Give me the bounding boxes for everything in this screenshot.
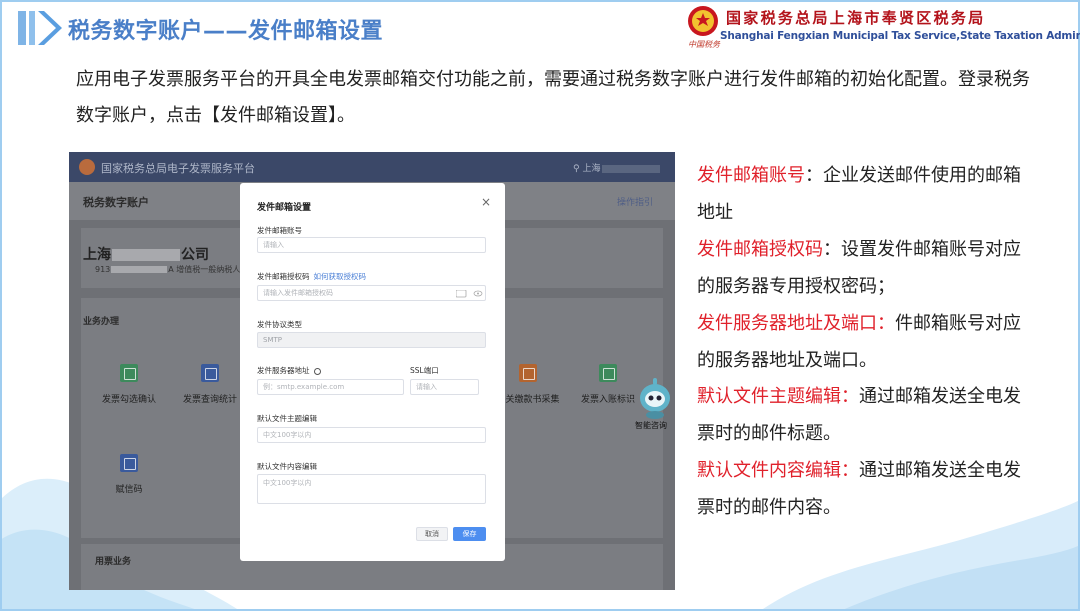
- protocol-input: [257, 332, 486, 348]
- sender-email-modal: 发件邮箱设置 × 发件邮箱账号 发件邮箱授权码如何获取授权码 发件协议类型 发件…: [240, 183, 505, 561]
- ssl-label: SSL端口: [410, 366, 439, 375]
- platform-logo-icon: [79, 159, 95, 175]
- content-textarea[interactable]: [257, 474, 486, 504]
- intro-paragraph: 应用电子发票服务平台的开具全电发票邮箱交付功能之前，需要通过税务数字账户进行发件…: [76, 69, 1030, 126]
- ssl-port-input[interactable]: [410, 379, 479, 395]
- func-credit-code[interactable]: 赋信码: [92, 454, 166, 496]
- server-input[interactable]: [257, 379, 404, 395]
- auth-label: 发件邮箱授权码 如何获取授权码: [257, 272, 367, 281]
- user-prefix: 上海: [582, 164, 601, 174]
- cancel-button[interactable]: 取消: [416, 527, 448, 541]
- server-label: 发件服务器地址: [257, 365, 321, 376]
- company-tax-info: 913 A 增值税一般纳税人: [95, 265, 241, 274]
- customs-collect-icon: [519, 364, 537, 382]
- save-button[interactable]: 保存: [453, 527, 486, 541]
- keyboard-eye-icons: [456, 290, 483, 298]
- user-menu[interactable]: ⚲ 上海: [573, 161, 661, 174]
- user-icon: ⚲: [573, 164, 580, 174]
- redacted-mask: [602, 164, 661, 173]
- term-email: 发件邮箱账号: [697, 165, 805, 186]
- protocol-label: 发件协议类型: [257, 320, 302, 329]
- assistant-label: 智能咨询: [635, 421, 667, 430]
- assistant-robot-icon[interactable]: [637, 374, 673, 420]
- term-subject: 默认文件主题编辑：: [697, 386, 859, 408]
- invoice-check-icon: [120, 364, 138, 382]
- credit-code-icon: [120, 454, 138, 472]
- chevron-arrows-icon: [18, 11, 62, 45]
- slide-header: 税务数字账户——发件邮箱设置 国家税务总局上海市奉贤区税务局 Shanghai …: [0, 0, 1080, 58]
- func-invoice-check[interactable]: 发票勾选确认: [92, 364, 166, 406]
- account-title: 税务数字账户: [83, 196, 149, 209]
- brand-script: 中国税务: [688, 40, 720, 49]
- used-section-title: 用票业务: [95, 557, 132, 567]
- email-label: 发件邮箱账号: [257, 226, 302, 235]
- subject-label: 默认文件主题编辑: [257, 414, 317, 423]
- func-invoice-entry[interactable]: 发票入账标识: [571, 364, 645, 406]
- term-auth: 发件邮箱授权码: [697, 238, 823, 260]
- redacted-mask: [111, 266, 168, 273]
- keyboard-icon[interactable]: [456, 290, 467, 298]
- info-icon[interactable]: [313, 367, 321, 375]
- invoice-entry-icon: [599, 364, 617, 382]
- func-invoice-query[interactable]: 发票查询统计: [173, 364, 247, 406]
- help-link[interactable]: 操作指引: [617, 195, 653, 208]
- close-icon[interactable]: ×: [481, 195, 491, 209]
- subject-input[interactable]: [257, 427, 486, 443]
- bureau-logo: 国家税务总局上海市奉贤区税务局 Shanghai Fengxian Munici…: [686, 4, 1080, 50]
- modal-title: 发件邮箱设置: [257, 203, 312, 213]
- auth-help-link[interactable]: 如何获取授权码: [314, 272, 367, 281]
- bureau-name-cn: 国家税务总局上海市奉贤区税务局: [726, 9, 986, 27]
- business-section-title: 业务办理: [83, 317, 120, 327]
- slide-title: 税务数字账户——发件邮箱设置: [68, 19, 384, 44]
- term-content: 默认文件内容编辑：: [697, 460, 859, 482]
- invoice-query-icon: [201, 364, 219, 382]
- company-name: 上海 公司: [83, 247, 209, 263]
- tax-emblem-icon: [688, 6, 718, 36]
- redacted-mask: [112, 249, 180, 261]
- term-server: 发件服务器地址及端口：: [697, 312, 895, 334]
- bureau-name-en: Shanghai Fengxian Municipal Tax Service,…: [720, 30, 1080, 42]
- field-explanations: 发件邮箱账号：企业发送邮件使用的邮箱地址 发件邮箱授权码：设置发件邮箱账号对应的…: [697, 158, 1037, 527]
- email-input[interactable]: [257, 237, 486, 253]
- content-label: 默认文件内容编辑: [257, 462, 317, 471]
- platform-name: 国家税务总局电子发票服务平台: [101, 162, 255, 175]
- auth-code-input[interactable]: [257, 285, 486, 301]
